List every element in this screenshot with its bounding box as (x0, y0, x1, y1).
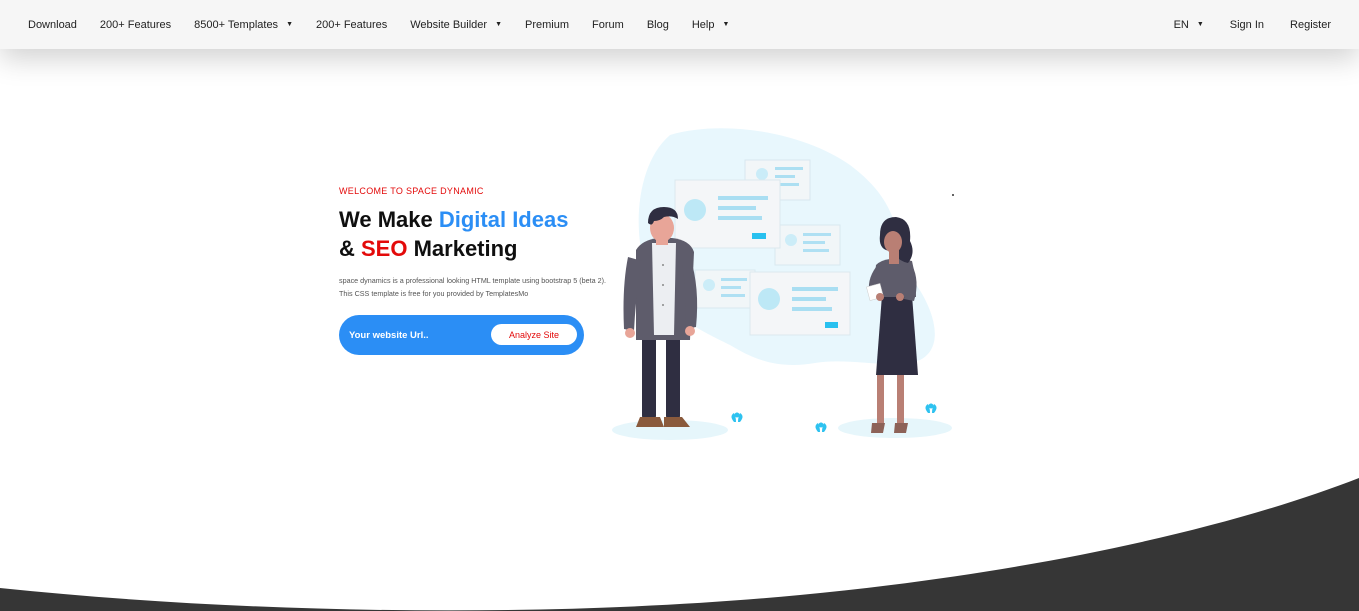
hero-description: space dynamics is a professional looking… (339, 276, 607, 298)
nav-item-label: Website Builder (410, 18, 488, 31)
nav-item-features-2[interactable]: 200+ Features (316, 19, 387, 31)
register-label: Register (1290, 18, 1331, 31)
account-nav: EN ▼ Sign In Register (1148, 0, 1331, 49)
headline-text: Marketing (407, 236, 518, 261)
language-label: EN (1173, 18, 1189, 31)
nav-item-premium[interactable]: Premium (525, 19, 569, 31)
hero-headline: We Make Digital Ideas & SEO Marketing (339, 205, 619, 263)
nav-item-label: 200+ Features (316, 18, 388, 31)
caret-down-icon: ▼ (286, 21, 293, 28)
card-main-top (674, 179, 781, 249)
card-back-left (694, 269, 756, 309)
decorative-dot (952, 194, 954, 196)
primary-nav: Download 200+ Features 8500+ Templates ▼… (28, 0, 752, 49)
nav-item-label: Help (691, 18, 715, 31)
nav-item-blog[interactable]: Blog (647, 19, 669, 31)
nav-item-website-builder[interactable]: Website Builder ▼ (410, 19, 502, 31)
caret-down-icon: ▼ (495, 21, 503, 28)
register-link[interactable]: Register (1290, 19, 1331, 31)
nav-item-label: 8500+ Templates (194, 18, 279, 31)
hero-illustration (612, 128, 952, 440)
nav-item-label: 200+ Features (99, 18, 172, 31)
url-search-form: Analyze Site (339, 315, 584, 355)
analyze-site-button[interactable]: Analyze Site (491, 324, 577, 345)
nav-item-label: Blog (646, 18, 669, 31)
headline-text: We Make (339, 207, 439, 232)
headline-text: & (339, 236, 361, 261)
plant-icon (925, 403, 937, 413)
hero-content: WELCOME TO SPACE DYNAMIC We Make Digital… (339, 186, 619, 300)
footer-wave (0, 478, 1359, 611)
nav-item-label: Download (28, 18, 77, 31)
plant-icon (815, 422, 827, 432)
sign-in-label: Sign In (1229, 18, 1265, 31)
hero-eyebrow: WELCOME TO SPACE DYNAMIC (339, 186, 484, 196)
card-main-bottom (749, 271, 851, 336)
headline-accent-red: SEO (361, 236, 408, 261)
plant-icon (731, 412, 743, 422)
top-navbar: Download 200+ Features 8500+ Templates ▼… (0, 0, 1359, 49)
sign-in-link[interactable]: Sign In (1230, 19, 1264, 31)
nav-item-help[interactable]: Help ▼ (692, 19, 730, 31)
website-url-input[interactable] (349, 325, 489, 345)
language-selector[interactable]: EN ▼ (1174, 19, 1204, 31)
headline-accent-blue: Digital Ideas (438, 207, 569, 232)
nav-item-label: Premium (525, 18, 570, 31)
nav-item-features[interactable]: 200+ Features (100, 19, 171, 31)
nav-item-label: Forum (592, 18, 624, 31)
caret-down-icon: ▼ (722, 21, 730, 28)
nav-item-forum[interactable]: Forum (592, 19, 624, 31)
caret-down-icon: ▼ (1196, 21, 1204, 28)
nav-item-download[interactable]: Download (28, 19, 77, 31)
nav-item-templates[interactable]: 8500+ Templates ▼ (194, 19, 293, 31)
card-back-middle (774, 224, 841, 266)
